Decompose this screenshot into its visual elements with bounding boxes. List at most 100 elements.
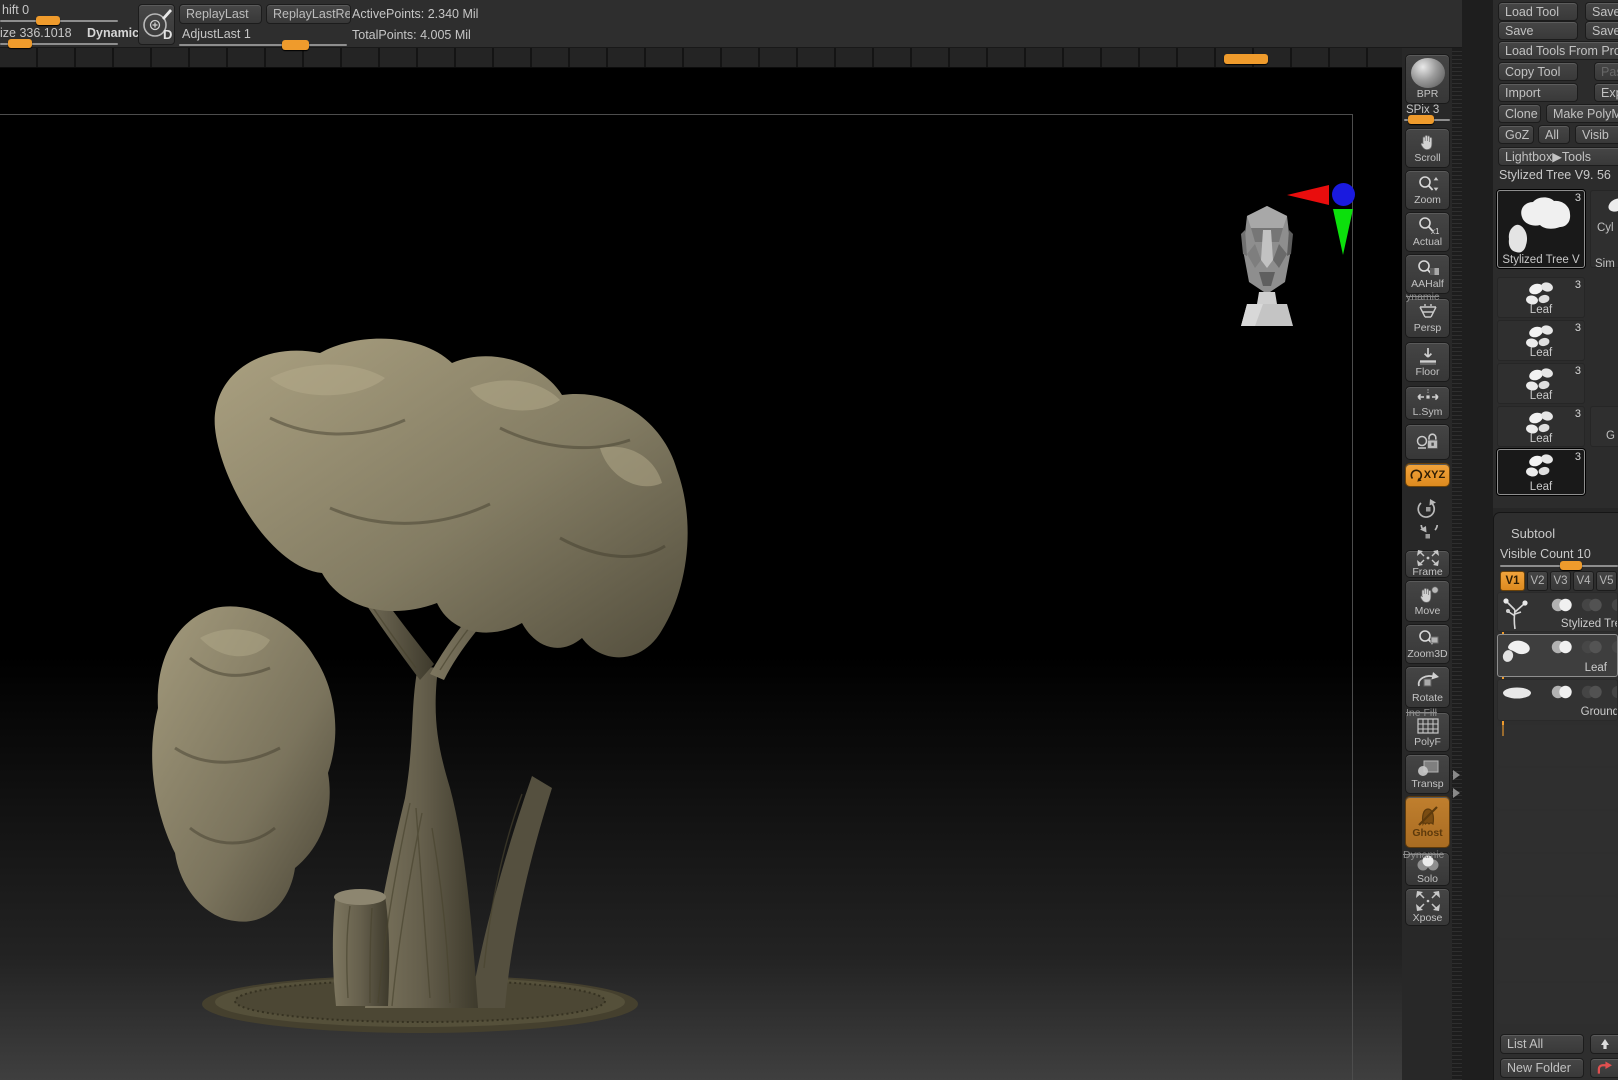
gizmo-y-axis-icon[interactable] [1333, 209, 1353, 255]
spix-slider-thumb[interactable] [1408, 115, 1434, 124]
frame-button[interactable]: Frame [1405, 550, 1450, 578]
eye-disabled-icon[interactable] [1578, 597, 1606, 618]
size-slider-thumb[interactable] [8, 39, 32, 48]
tray-open-arrow-icon[interactable] [1453, 788, 1460, 798]
goz-button[interactable]: GoZ [1498, 125, 1534, 144]
tray-open-arrow-icon[interactable] [1453, 770, 1460, 780]
load-tool-button[interactable]: Load Tool [1498, 2, 1578, 21]
clone-button[interactable]: Clone [1498, 104, 1541, 123]
tray-divider[interactable] [1452, 48, 1462, 1080]
rotate-button[interactable]: Rotate [1405, 666, 1450, 708]
subtool-move-button[interactable] [1590, 1058, 1618, 1078]
subtool-tab-v2[interactable]: V2 [1527, 571, 1548, 591]
replay-last-button[interactable]: ReplayLast [179, 4, 262, 24]
zoom3d-button[interactable]: Zoom3D [1405, 624, 1450, 664]
new-folder-button[interactable]: New Folder [1500, 1058, 1584, 1078]
import-button[interactable]: Import [1498, 83, 1578, 102]
list-all-button[interactable]: List All [1500, 1034, 1584, 1054]
tool-item-partial-label: Cyl [1597, 222, 1614, 234]
save-alt-button[interactable]: Save [1585, 21, 1618, 40]
tool-item-leaf[interactable]: 3 Leaf [1497, 406, 1585, 447]
persp-button[interactable]: Persp [1405, 298, 1450, 338]
tool-item-name: Leaf [1529, 304, 1553, 316]
rotate-z-button[interactable] [1405, 523, 1450, 549]
magnifier-updown-icon [1416, 174, 1440, 194]
xyz-rotate-icon: XYZ [1410, 468, 1445, 482]
eye-visibility-icon[interactable] [1548, 597, 1576, 618]
eye-visibility-icon[interactable] [1548, 684, 1576, 705]
actual-button[interactable]: x1 Actual [1405, 212, 1450, 252]
visible-count-slider[interactable] [1500, 565, 1618, 567]
lightbox-tools-button[interactable]: Lightbox▶Tools [1498, 147, 1618, 166]
size-slider-label: ize 336.1018 [0, 26, 72, 40]
document-canvas[interactable] [0, 68, 1402, 1080]
tool-item-leaf[interactable]: 3 Leaf [1497, 320, 1585, 361]
move-button[interactable]: Move [1405, 580, 1450, 622]
canvas-scroll-strip[interactable] [0, 48, 1402, 68]
zoom-button[interactable]: Zoom [1405, 170, 1450, 210]
subtool-name: Stylized Tre [1560, 618, 1618, 630]
svg-text:D: D [163, 27, 172, 42]
subtool-row-leaf[interactable]: Leaf [1497, 634, 1618, 677]
right-tray-gutter [1462, 0, 1493, 1080]
aahalf-button[interactable]: AAHalf [1405, 254, 1450, 294]
gizmo-x-axis-icon[interactable] [1287, 185, 1329, 205]
replay-last-rel-button[interactable]: ReplayLastRel [266, 4, 351, 24]
ghost-button[interactable]: Ghost [1405, 796, 1450, 848]
transp-button[interactable]: Transp [1405, 754, 1450, 794]
eye-disabled-icon[interactable] [1608, 597, 1617, 618]
tool-item-leaf[interactable]: 3 Leaf [1497, 363, 1585, 404]
subtool-tab-v3[interactable]: V3 [1550, 571, 1571, 591]
camera-lock-button[interactable] [1405, 424, 1450, 460]
tool-item-name: Leaf [1529, 481, 1553, 493]
rotate-y-button[interactable] [1405, 496, 1450, 522]
save-button[interactable]: Save [1498, 21, 1578, 40]
gizmo-z-axis-icon[interactable] [1332, 183, 1355, 206]
save-as-button[interactable]: Save [1585, 2, 1618, 21]
tool-item-leaf[interactable]: 3 Leaf [1497, 277, 1585, 318]
visible-count-thumb[interactable] [1560, 561, 1582, 570]
zbrush-window: hift 0 ize 336.1018 Dynamic D ReplayLast… [0, 0, 1618, 1080]
subtool-row-stylized-tre[interactable]: Stylized Tre [1497, 592, 1618, 632]
eye-disabled-icon[interactable] [1608, 639, 1617, 660]
subtool-up-button[interactable] [1590, 1034, 1618, 1054]
xyz-button[interactable]: XYZ [1405, 463, 1450, 487]
eye-visibility-icon[interactable] [1548, 639, 1576, 660]
camera-orientation-head[interactable] [1233, 198, 1301, 330]
goz-all-button[interactable]: All [1538, 125, 1570, 144]
canvas-scroll-thumb[interactable] [1224, 54, 1268, 64]
copy-tool-button[interactable]: Copy Tool [1498, 62, 1578, 81]
transparency-icon [1415, 758, 1441, 778]
export-button[interactable]: Expo [1594, 83, 1618, 102]
adjust-last-slider[interactable] [179, 44, 347, 46]
document-border-top [0, 114, 1353, 115]
tree-model[interactable] [120, 308, 760, 1038]
subtool-tab-v5[interactable]: V5 [1596, 571, 1617, 591]
draw-size-brush-button[interactable]: D [138, 4, 175, 45]
adjust-last-thumb[interactable] [282, 40, 309, 50]
subtool-tab-v4[interactable]: V4 [1573, 571, 1594, 591]
goz-visible-button[interactable]: Visib [1575, 125, 1618, 144]
document-border-right [1352, 114, 1353, 1080]
scroll-button[interactable]: Scroll [1405, 128, 1450, 168]
tool-item-stylized-tree-v[interactable]: 3 Stylized Tree V [1497, 190, 1585, 268]
xpose-button[interactable]: Xpose [1405, 888, 1450, 926]
eye-disabled-icon[interactable] [1608, 684, 1617, 705]
subtool-tab-v1[interactable]: V1 [1500, 571, 1525, 591]
move-hand-icon [1416, 585, 1440, 605]
l-sym-button[interactable]: L.Sym [1405, 386, 1450, 420]
subtool-row-ground[interactable]: Ground [1497, 679, 1618, 721]
load-tools-from-project-button[interactable]: Load Tools From Pro [1498, 41, 1618, 60]
make-polymesh-button[interactable]: Make PolyMe [1546, 104, 1618, 123]
eye-disabled-icon[interactable] [1578, 639, 1606, 660]
total-points-readout: TotalPoints: 4.005 Mil [352, 28, 471, 42]
eye-disabled-icon[interactable] [1578, 684, 1606, 705]
tool-item-leaf[interactable]: 3 Leaf [1497, 449, 1585, 495]
shift-slider-thumb[interactable] [36, 16, 60, 25]
polygroup-count-badge: 3 [1574, 451, 1581, 463]
polygroup-count-badge: 3 [1574, 408, 1581, 420]
floor-button[interactable]: Floor [1405, 342, 1450, 382]
paste-tool-button[interactable]: Past [1594, 62, 1618, 81]
symmetry-arrows-icon [1415, 388, 1441, 406]
bpr-button[interactable]: BPR [1405, 54, 1450, 104]
